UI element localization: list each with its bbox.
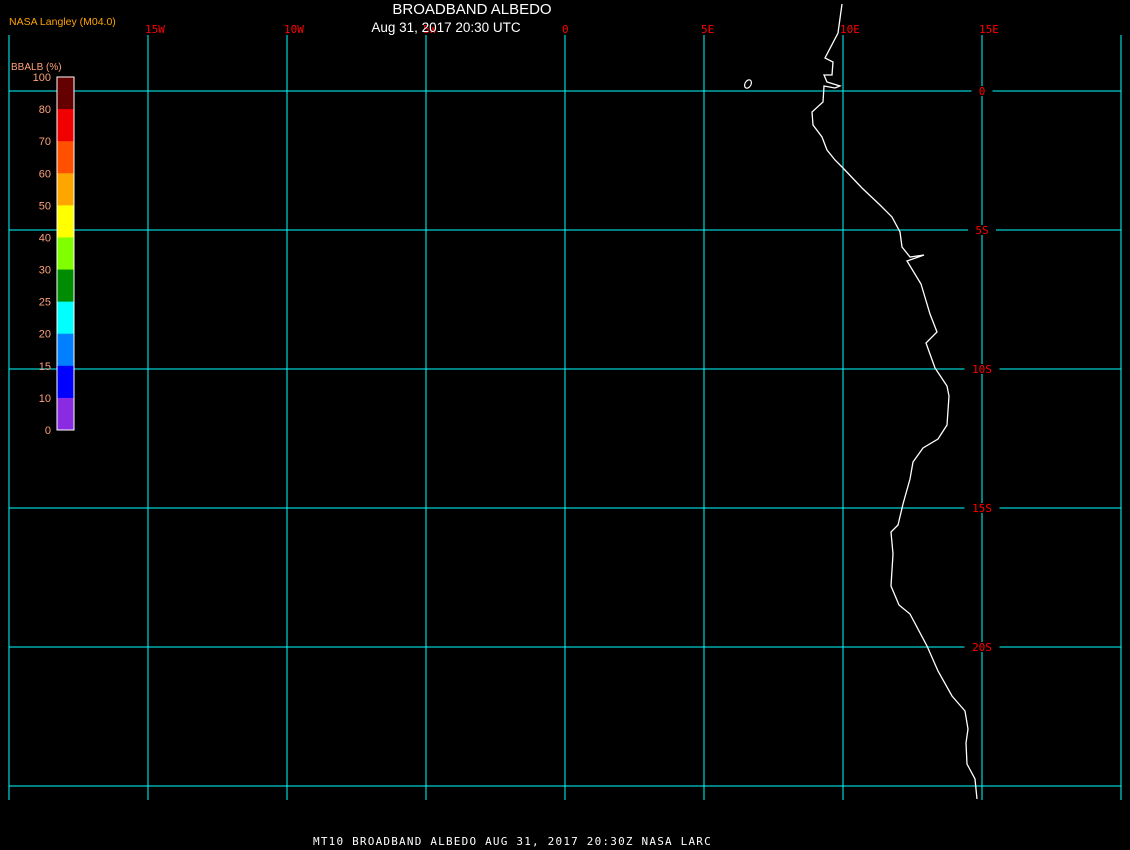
colorbar-label: 20 xyxy=(39,329,51,341)
colorbar-label: 10 xyxy=(39,393,51,405)
map-title: BROADBAND ALBEDO xyxy=(392,1,552,18)
graticule xyxy=(8,35,1122,800)
colorbar-segment xyxy=(57,333,74,367)
colorbar-label: 25 xyxy=(39,297,51,309)
colorbar-label: 40 xyxy=(39,232,51,244)
map-timestamp: Aug 31, 2017 20:30 UTC xyxy=(371,20,521,35)
longitude-label: 15E xyxy=(979,23,999,36)
colorbar-segment xyxy=(57,205,74,238)
island-outline xyxy=(743,79,753,89)
colorbar-label: 15 xyxy=(39,361,51,373)
colorbar-segment xyxy=(57,237,74,271)
colorbar-label: 100 xyxy=(33,72,51,84)
latitude-label: 0 xyxy=(979,85,986,98)
colorbar-segment xyxy=(57,173,74,206)
colorbar-label: 60 xyxy=(39,168,51,180)
colorbar-segment xyxy=(57,77,74,110)
colorbar-label: 70 xyxy=(39,136,51,148)
colorbar-segment xyxy=(57,141,74,174)
colorbar-label: 50 xyxy=(39,200,51,212)
latitude-label: 5S xyxy=(975,224,988,237)
footer-caption: MT10 BROADBAND ALBEDO AUG 31, 2017 20:30… xyxy=(313,835,712,848)
map-canvas: 15W 10W 5W 0 5E 10E 15E 05S10S15S20S 100807060… xyxy=(8,3,1122,800)
colorbar: 100807060504030252015100 xyxy=(33,72,75,437)
colorbar-segment xyxy=(57,301,74,335)
coastline-africa xyxy=(811,3,978,800)
colorbar-segment xyxy=(57,397,74,431)
coastline xyxy=(743,3,978,800)
colorbar-label: 80 xyxy=(39,104,51,116)
colorbar-segment xyxy=(57,365,74,399)
colorbar-segment xyxy=(57,269,74,303)
colorbar-segment xyxy=(57,109,74,142)
colorbar-label: 30 xyxy=(39,265,51,277)
colorbar-title: BBALB (%) xyxy=(11,62,62,73)
latitude-label: 15S xyxy=(972,502,992,515)
colorbar-label: 0 xyxy=(45,425,51,437)
latitude-label: 10S xyxy=(972,363,992,376)
latitude-label: 20S xyxy=(972,641,992,654)
